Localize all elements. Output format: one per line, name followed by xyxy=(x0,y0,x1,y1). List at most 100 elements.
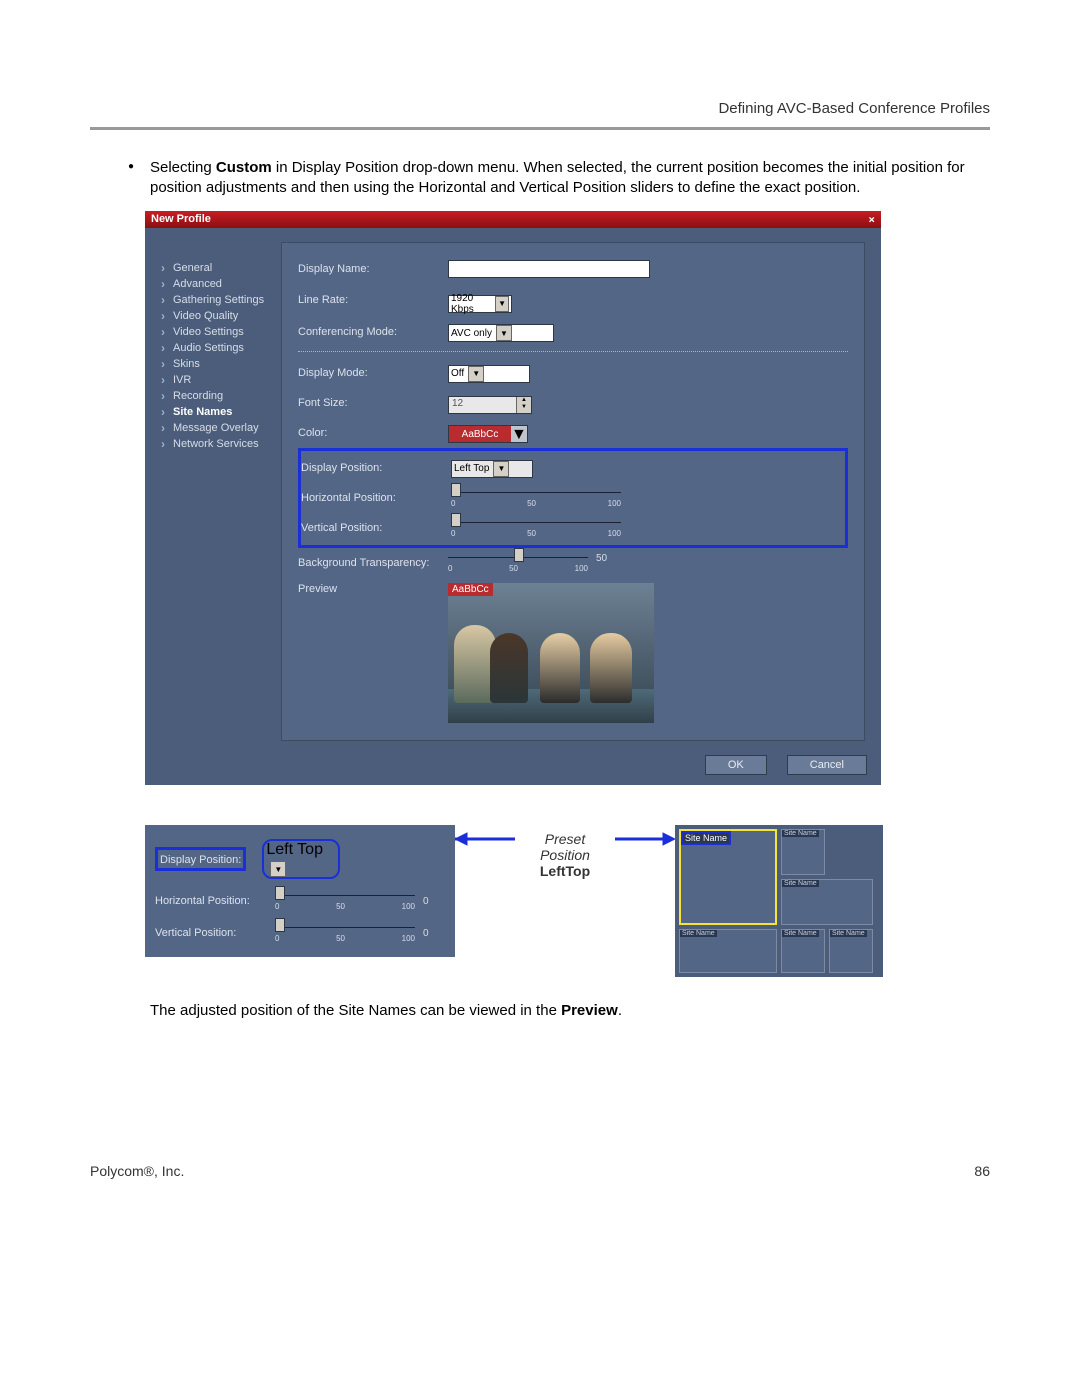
display-mode-value: Off xyxy=(451,368,464,379)
illus-vert-value: 0 xyxy=(423,928,429,939)
horizontal-position-slider[interactable]: 0 50 100 xyxy=(451,488,621,508)
tick-100: 100 xyxy=(575,564,588,573)
conf-mode-select[interactable]: AVC only ▼ xyxy=(448,324,554,342)
label-line-rate: Line Rate: xyxy=(298,294,448,306)
display-position-value: Left Top xyxy=(454,463,489,474)
lefttop-label: LeftTop xyxy=(455,863,675,879)
page-header: Defining AVC-Based Conference Profiles xyxy=(90,100,990,130)
illus-display-position-select[interactable]: Left Top ▼ xyxy=(262,839,340,880)
tick-50: 50 xyxy=(527,499,536,508)
chevron-down-icon: ▼ xyxy=(511,426,527,442)
illus-center: Preset Position LeftTop xyxy=(455,825,675,879)
sidebar-item-general[interactable]: General xyxy=(161,260,281,276)
layout-cell: Site Name xyxy=(679,929,777,973)
p1-b: in Display Position drop-down menu. When… xyxy=(150,159,965,196)
sidebar-item-advanced[interactable]: Advanced xyxy=(161,276,281,292)
site-name-badge: Site Name xyxy=(782,830,819,837)
illus-horiz-value: 0 xyxy=(423,896,429,907)
display-mode-select[interactable]: Off ▼ xyxy=(448,365,530,383)
tick-100: 100 xyxy=(608,499,621,508)
preview-image: AaBbCc xyxy=(448,583,654,723)
dialog-titlebar: New Profile × xyxy=(145,211,881,228)
tick-50: 50 xyxy=(336,934,345,943)
form-panel: Display Name: Line Rate: 1920 Kbps ▼ Con… xyxy=(281,242,865,741)
layout-grid: Site Name Site Name Site Name Site Name … xyxy=(675,825,883,977)
sidebar-item-video-settings[interactable]: Video Settings xyxy=(161,324,281,340)
label-vert-position: Vertical Position: xyxy=(301,522,451,534)
font-size-value: 12 xyxy=(449,397,516,413)
label-display-position: Display Position: xyxy=(301,462,451,474)
dialog-sidebar: GeneralAdvancedGathering SettingsVideo Q… xyxy=(161,242,281,741)
line-rate-select[interactable]: 1920 Kbps ▼ xyxy=(448,295,512,313)
chevron-down-icon: ▼ xyxy=(496,325,512,341)
illus-vert-slider[interactable]: 0 50 100 xyxy=(275,923,415,943)
close-icon[interactable]: × xyxy=(868,213,875,226)
p1-a: Selecting xyxy=(150,159,216,176)
chevron-down-icon: ▼ xyxy=(270,861,286,877)
site-name-badge-main: Site Name xyxy=(681,831,731,845)
sidebar-item-gathering-settings[interactable]: Gathering Settings xyxy=(161,292,281,308)
sidebar-item-skins[interactable]: Skins xyxy=(161,356,281,372)
footer-page: 86 xyxy=(974,1163,990,1179)
tick-0: 0 xyxy=(275,934,279,943)
vertical-position-slider[interactable]: 0 50 100 xyxy=(451,518,621,538)
chevron-down-icon: ▼ xyxy=(468,366,484,382)
sidebar-item-video-quality[interactable]: Video Quality xyxy=(161,308,281,324)
sidebar-item-message-overlay[interactable]: Message Overlay xyxy=(161,420,281,436)
new-profile-dialog: New Profile × GeneralAdvancedGathering S… xyxy=(145,211,881,785)
label-preview: Preview xyxy=(298,583,448,595)
label-color: Color: xyxy=(298,427,448,439)
tick-50: 50 xyxy=(336,902,345,911)
position-illustration: Display Position: Left Top ▼ Horizontal … xyxy=(145,825,990,977)
color-swatch: AaBbCc xyxy=(449,426,511,442)
label-horiz-position: Horizontal Position: xyxy=(301,492,451,504)
color-select[interactable]: AaBbCc ▼ xyxy=(448,425,528,443)
layout-cell: Site Name xyxy=(781,879,873,925)
preview-badge: AaBbCc xyxy=(448,583,493,596)
illus-horiz-slider[interactable]: 0 50 100 xyxy=(275,891,415,911)
label-display-mode: Display Mode: xyxy=(298,367,448,379)
illus-label-horiz: Horizontal Position: xyxy=(155,895,275,907)
site-name-badge: Site Name xyxy=(782,930,819,937)
label-conf-mode: Conferencing Mode: xyxy=(298,326,448,338)
tick-100: 100 xyxy=(402,934,415,943)
divider xyxy=(298,351,848,352)
p2-a: The adjusted position of the Site Names … xyxy=(150,1002,561,1019)
tick-0: 0 xyxy=(275,902,279,911)
closing-paragraph: The adjusted position of the Site Names … xyxy=(150,1001,990,1021)
sidebar-item-recording[interactable]: Recording xyxy=(161,388,281,404)
illus-label-vert: Vertical Position: xyxy=(155,927,275,939)
display-name-input[interactable] xyxy=(448,260,650,278)
layout-cell: Site Name xyxy=(781,929,825,973)
layout-cell: Site Name xyxy=(829,929,873,973)
bg-transparency-slider[interactable]: 0 50 100 xyxy=(448,553,588,573)
sidebar-item-site-names[interactable]: Site Names xyxy=(161,404,281,420)
sidebar-item-network-services[interactable]: Network Services xyxy=(161,436,281,452)
ok-button[interactable]: OK xyxy=(705,755,767,775)
site-name-badge: Site Name xyxy=(782,880,819,887)
site-name-badge: Site Name xyxy=(830,930,867,937)
tick-100: 100 xyxy=(402,902,415,911)
tick-0: 0 xyxy=(451,529,455,538)
chevron-down-icon: ▼ xyxy=(493,461,509,477)
conf-mode-value: AVC only xyxy=(451,328,492,339)
p2-b: . xyxy=(618,1002,622,1019)
label-font-size: Font Size: xyxy=(298,397,448,409)
label-display-name: Display Name: xyxy=(298,263,448,275)
label-bg-trans: Background Transparency: xyxy=(298,557,448,569)
display-position-select[interactable]: Left Top ▼ xyxy=(451,460,533,478)
font-size-spinner[interactable]: 12 ▲▼ xyxy=(448,396,532,414)
tick-50: 50 xyxy=(527,529,536,538)
tick-50: 50 xyxy=(509,564,518,573)
illus-label-display-position: Display Position: xyxy=(160,854,241,866)
chevron-down-icon: ▼ xyxy=(495,296,509,312)
sidebar-item-ivr[interactable]: IVR xyxy=(161,372,281,388)
site-name-badge: Site Name xyxy=(680,930,717,937)
line-rate-value: 1920 Kbps xyxy=(451,293,491,315)
tick-100: 100 xyxy=(608,529,621,538)
tick-0: 0 xyxy=(448,564,452,573)
cancel-button[interactable]: Cancel xyxy=(787,755,867,775)
footer-company: Polycom®, Inc. xyxy=(90,1163,184,1179)
sidebar-item-audio-settings[interactable]: Audio Settings xyxy=(161,340,281,356)
p2-bold: Preview xyxy=(561,1002,618,1019)
